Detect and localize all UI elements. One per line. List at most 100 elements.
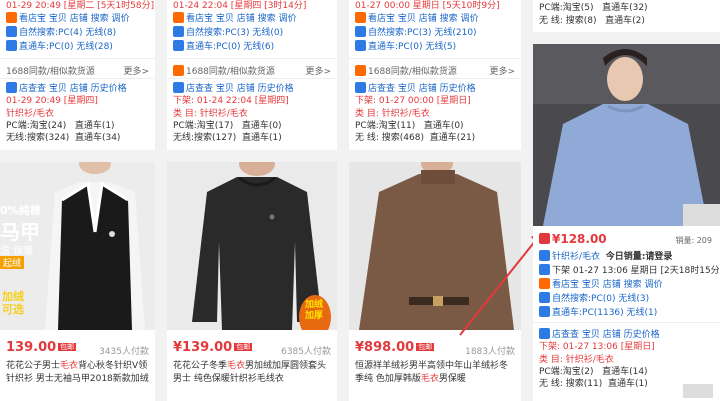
product-title[interactable]: 花花公子男士毛衣背心秋冬针织V领针织衫 男士无袖马甲2018新款加绒 (6, 360, 149, 386)
divider (0, 58, 155, 59)
down-time: 下架: 01-24 22:04 [星期四] (173, 96, 289, 106)
train-icon (539, 306, 550, 317)
pc-stats: PC端:淘宝(5) 直通车(32) (539, 3, 648, 13)
direct-train-row[interactable]: 直通车:PC(0) 无线(28) (6, 40, 113, 53)
category[interactable]: 针织衫/毛衣 (6, 108, 54, 120)
natural-search-row[interactable]: 自然搜索:PC(3) 无线(0) (173, 26, 283, 39)
store-icon (355, 12, 366, 23)
divider (349, 78, 521, 79)
promo-line: 起绒 (0, 256, 25, 269)
product-image[interactable]: 加绒 加厚 (167, 162, 337, 330)
product-image[interactable] (533, 44, 720, 226)
divider (533, 322, 720, 323)
wireless-stats: 无 线: 搜索(468) 直通车(21) (355, 133, 476, 143)
promo-line: 温 保暖 (0, 246, 34, 257)
1688-icon (355, 65, 366, 76)
down-time: 下架 01-27 13:06 星期日 [2天18时15分] (539, 264, 720, 277)
store-icon (539, 278, 550, 289)
clock-icon (539, 264, 550, 275)
pc-stats: PC端:淘宝(17) 直通车(0) (173, 121, 282, 131)
product-image[interactable]: 0%纯棉 马甲 温 保暖 起绒 加绒 可选 (0, 162, 155, 330)
check-icon (173, 82, 184, 93)
down-time-2: 下架: 01-27 13:06 [星期日] (539, 342, 655, 352)
store-icon (6, 12, 17, 23)
tools-row[interactable]: 店查查 宝贝 店铺 历史价格 (355, 82, 476, 95)
featured-product-card[interactable]: ¥128.00 销量: 209 针织衫/毛衣 今日销量:请登录 下架 01-27… (533, 44, 720, 401)
product-title[interactable]: 恒源祥羊绒衫男半高领中年山羊绒衫冬季纯 色加厚韩版毛衣男保暖 (355, 360, 515, 386)
search-icon (6, 26, 17, 37)
search-icon (355, 26, 366, 37)
more-link[interactable]: 更多> (123, 64, 149, 77)
category[interactable]: 类 目: 针织衫/毛衣 (355, 108, 430, 120)
train-icon (355, 40, 366, 51)
product-title[interactable]: 花花公子冬季毛衣男加绒加厚圆领套头男士 纯色保暖针织衫毛线衣 (173, 360, 331, 386)
direct-train-row[interactable]: 直通车:PC(1136) 无线(1) (539, 306, 657, 319)
category-icon (539, 250, 550, 261)
promo-badge: 加绒 可选 (2, 290, 24, 316)
shelf-time: 01-29 20:49 [星期二 [5天1时58分] (6, 1, 155, 11)
divider (167, 78, 337, 79)
product-card-2[interactable]: 加绒 加厚 ¥139.00 包邮 6385人付款 花花公子冬季毛衣男加绒加厚圆领套头… (167, 162, 337, 401)
train-icon (173, 40, 184, 51)
price: ¥898.00 包邮 (355, 340, 435, 355)
sold-count: 6385人付款 (281, 347, 331, 357)
pc-stats: PC端:淘宝(11) 直通车(0) (355, 121, 464, 131)
store-links[interactable]: 看店宝 宝贝 店铺 搜索 调价 (539, 278, 662, 291)
product-info-card-1: 01-29 20:49 [星期二 [5天1时58分] 看店宝 宝贝 店铺 搜索 … (0, 0, 155, 150)
store-links[interactable]: 看店宝 宝贝 店铺 搜索 调价 (6, 12, 129, 25)
wireless-stats: 无 线: 搜索(8) 直通车(2) (539, 16, 645, 26)
tools-row[interactable]: 店查查 宝贝 店铺 历史价格 (173, 82, 294, 95)
pc-stats: PC端:淘宝(24) 直通车(1) (6, 121, 115, 131)
similar-source-link[interactable]: 1688同款/相似款货源 (355, 64, 457, 77)
direct-train-row[interactable]: 直通车:PC(0) 无线(6) (173, 40, 274, 53)
more-link[interactable]: 更多> (489, 64, 515, 77)
wireless-stats: 无线:搜索(324) 直通车(34) (6, 133, 121, 143)
train-icon (6, 40, 17, 51)
pc-stats: PC端:淘宝(2) 直通车(14) (539, 367, 648, 377)
check-icon (6, 82, 17, 93)
sold-count: 3435人付款 (99, 347, 149, 357)
1688-icon (173, 65, 184, 76)
cart-icon (539, 233, 550, 244)
category[interactable]: 类 目: 针织衫/毛衣 (539, 354, 614, 366)
product-info-card-2: 01-24 22:04 [星期四 [3时14分] 看店宝 宝贝 店铺 搜索 调价… (167, 0, 337, 150)
wireless-stats: 无 线: 搜索(11) 直通车(1) (539, 379, 648, 389)
sold-count: 1883人付款 (465, 347, 515, 357)
wireless-stats: 无线:搜索(127) 直通车(1) (173, 133, 282, 143)
category-row[interactable]: 针织衫/毛衣 今日销量:请登录 (539, 250, 672, 263)
store-links[interactable]: 看店宝 宝贝 店铺 搜索 调价 (173, 12, 296, 25)
store-links[interactable]: 看店宝 宝贝 店铺 搜索 调价 (355, 12, 478, 25)
shelf-time: 01-27 00:00 星期日 [5天10时9分] (355, 1, 500, 11)
blurred-overlay (683, 384, 713, 398)
tools-row[interactable]: 店查查 宝贝 店铺 历史价格 (539, 328, 660, 341)
product-info-card-3: 01-27 00:00 星期日 [5天10时9分] 看店宝 宝贝 店铺 搜索 调… (349, 0, 521, 150)
down-time: 下架: 01-27 00:00 [星期日] (355, 96, 471, 106)
natural-search-row[interactable]: 自然搜索:PC(3) 无线(210) (355, 26, 477, 39)
product-info-card-4-top: PC端:淘宝(5) 直通车(32) 无 线: 搜索(8) 直通车(2) (533, 0, 720, 32)
check-icon (539, 328, 550, 339)
tools-row[interactable]: 店查查 宝贝 店铺 历史价格 (6, 82, 127, 95)
category[interactable]: 类 目: 针织衫/毛衣 (173, 108, 248, 120)
sales-count: 销量: 209 (675, 236, 712, 245)
price: ¥128.00 (539, 232, 607, 246)
similar-source-link[interactable]: 1688同款/相似款货源 (173, 64, 275, 77)
search-icon (173, 26, 184, 37)
sweater-model-image (533, 44, 720, 226)
similar-source-link[interactable]: 1688同款/相似款货源 (6, 64, 95, 77)
divider (167, 58, 337, 59)
promo-badge: 加绒 加厚 (305, 300, 324, 321)
more-link[interactable]: 更多> (305, 64, 331, 77)
store-icon (173, 12, 184, 23)
price: ¥139.00 包邮 (173, 340, 253, 355)
search-icon (539, 292, 550, 303)
price: 139.00 包邮 (6, 340, 77, 355)
blurred-overlay (683, 204, 720, 226)
product-card-1[interactable]: 0%纯棉 马甲 温 保暖 起绒 加绒 可选 139.00 包邮 3435人付款 花花… (0, 162, 155, 401)
divider (349, 58, 521, 59)
shelf-time: 01-24 22:04 [星期四 [3时14分] (173, 1, 307, 11)
check-icon (355, 82, 366, 93)
natural-search-row[interactable]: 自然搜索:PC(4) 无线(8) (6, 26, 116, 39)
direct-train-row[interactable]: 直通车:PC(0) 无线(5) (355, 40, 456, 53)
natural-search-row[interactable]: 自然搜索:PC(0) 无线(3) (539, 292, 649, 305)
down-time: 01-29 20:49 [星期四] (6, 96, 98, 106)
